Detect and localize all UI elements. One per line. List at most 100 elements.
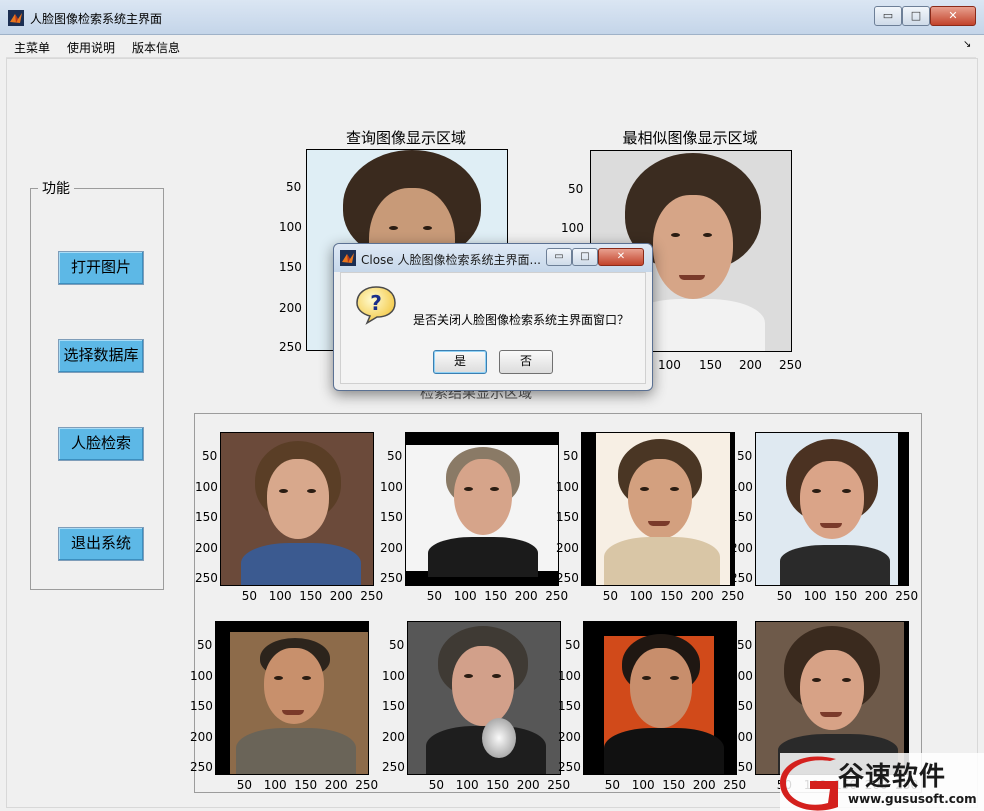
tick-label: 50 [241, 589, 258, 603]
tick-label: 100 [263, 778, 287, 792]
tick-label: 100 [195, 479, 218, 494]
question-icon: ? [356, 286, 396, 325]
menu-help[interactable]: 使用说明 [67, 39, 115, 56]
tick-label: 250 [360, 589, 384, 603]
yes-button[interactable]: 是 [433, 350, 487, 374]
tick-label: 200 [690, 589, 714, 603]
tick-label: 250 [545, 589, 569, 603]
tick-label: 100 [556, 479, 579, 494]
menu-bar: 主菜单 使用说明 版本信息 ↘ [6, 35, 976, 58]
tick-label: 200 [195, 540, 218, 555]
dialog-close-button[interactable]: ✕ [598, 248, 644, 266]
arrow-icon[interactable]: ↘ [963, 39, 971, 50]
tick-label: 250 [380, 571, 403, 585]
similar-axes-title: 最相似图像显示区域 [622, 129, 758, 147]
face-search-button[interactable]: 人脸检索 [58, 427, 144, 461]
tick-label: 200 [329, 589, 353, 603]
menu-version[interactable]: 版本信息 [132, 39, 180, 56]
result-image-4 [755, 432, 909, 586]
tick-label: 100 [453, 589, 477, 603]
tick-label: 200 [730, 729, 753, 744]
tick-label: 100 [561, 221, 584, 235]
tick-label: 250 [279, 340, 302, 354]
tick-label: 50 [387, 449, 403, 463]
watermark-text: 谷速软件 [838, 762, 947, 792]
tick-label: 100 [730, 479, 753, 494]
tick-label: 200 [556, 540, 579, 555]
main-window: 人脸图像检索系统主界面 ▭ □ ✕ 主菜单 使用说明 版本信息 ↘ 打开图片 选… [0, 0, 984, 811]
no-button[interactable]: 否 [499, 350, 553, 374]
title-bar[interactable]: 人脸图像检索系统主界面 ▭ □ ✕ [0, 0, 984, 35]
matlab-icon [8, 10, 24, 26]
open-image-button[interactable]: 打开图片 [58, 251, 144, 285]
tick-label: 100 [803, 589, 827, 603]
menu-main[interactable]: 主菜单 [14, 39, 50, 56]
tick-label: 250 [547, 778, 571, 792]
tick-label: 50 [737, 449, 753, 463]
watermark-url: www.gususoft.com [848, 792, 977, 806]
tick-label: 250 [355, 778, 379, 792]
tick-label: 50 [236, 778, 253, 792]
tick-label: 50 [389, 638, 405, 652]
maximize-button[interactable]: □ [902, 6, 930, 26]
tick-label: 150 [195, 510, 218, 524]
tick-label: 150 [556, 510, 579, 524]
tick-label: 150 [380, 510, 403, 524]
tick-label: 50 [202, 449, 218, 463]
dialog-minimize-button[interactable]: ▭ [546, 248, 572, 266]
tick-label: 200 [864, 589, 888, 603]
tick-label: 250 [730, 571, 753, 585]
tick-label: 250 [730, 760, 753, 774]
tick-label: 100 [631, 778, 655, 792]
tick-label: 100 [658, 358, 681, 372]
tick-label: 250 [195, 571, 218, 585]
tick-label: 150 [299, 589, 323, 603]
window-title: 人脸图像检索系统主界面 [30, 12, 163, 26]
tick-label: 200 [739, 358, 762, 372]
result-image-5 [215, 621, 369, 775]
tick-label: 50 [737, 638, 753, 652]
tick-label: 100 [380, 479, 403, 494]
select-database-button[interactable]: 选择数据库 [58, 339, 144, 373]
result-image-8 [755, 621, 909, 775]
tick-label: 50 [197, 638, 213, 652]
dialog-maximize-button[interactable]: □ [572, 248, 598, 266]
tick-label: 100 [558, 668, 581, 683]
tick-label: 50 [565, 638, 581, 652]
result-image-6 [407, 621, 561, 775]
tick-label: 50 [604, 778, 621, 792]
tick-label: 200 [558, 729, 581, 744]
tick-label: 100 [382, 668, 405, 683]
minimize-button[interactable]: ▭ [874, 6, 902, 26]
tick-label: 100 [190, 668, 213, 683]
tick-label: 50 [426, 589, 443, 603]
tick-label: 150 [382, 699, 405, 713]
tick-label: 200 [514, 589, 538, 603]
result-image-1 [220, 432, 374, 586]
tick-label: 100 [730, 668, 753, 683]
tick-label: 200 [730, 540, 753, 555]
dialog-title-bar[interactable]: Close 人脸图像检索系统主界面... ▭ □ ✕ [334, 244, 652, 272]
tick-label: 150 [834, 589, 858, 603]
exit-system-button[interactable]: 退出系统 [58, 527, 144, 561]
dialog-title: Close 人脸图像检索系统主界面... [361, 253, 541, 267]
dialog-message: 是否关闭人脸图像检索系统主界面窗口？ [413, 313, 630, 327]
dialog-body: ? 是否关闭人脸图像检索系统主界面窗口？ 是 否 [340, 272, 646, 384]
tick-label: 250 [558, 760, 581, 774]
matlab-icon [340, 250, 356, 266]
tick-label: 50 [776, 589, 793, 603]
tick-label: 150 [294, 778, 318, 792]
tick-label: 200 [380, 540, 403, 555]
result-image-3 [581, 432, 735, 586]
tick-label: 250 [779, 358, 802, 372]
close-button[interactable]: ✕ [930, 6, 976, 26]
function-panel: 打开图片 选择数据库 人脸检索 退出系统 [30, 188, 164, 590]
tick-label: 150 [190, 699, 213, 713]
tick-label: 250 [723, 778, 747, 792]
tick-label: 50 [428, 778, 445, 792]
tick-label: 200 [190, 729, 213, 744]
result-image-7 [583, 621, 737, 775]
tick-label: 50 [602, 589, 619, 603]
tick-label: 250 [382, 760, 405, 774]
tick-label: 200 [279, 301, 302, 315]
